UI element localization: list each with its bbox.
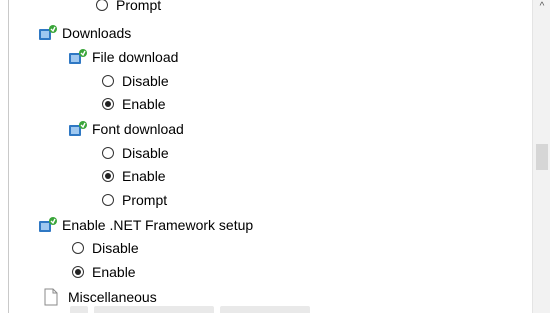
prompt-option-partial[interactable]: Prompt	[96, 0, 161, 16]
document-icon	[44, 288, 58, 306]
radio-button[interactable]	[72, 242, 84, 254]
font-download-enable-option[interactable]: Enable	[102, 165, 166, 187]
settings-group-icon	[38, 216, 58, 234]
option-label: Enable	[122, 168, 166, 184]
option-label: Enable	[92, 264, 136, 280]
panel-left-border	[8, 0, 9, 313]
option-label: Disable	[122, 73, 169, 89]
radio-button-selected[interactable]	[102, 98, 114, 110]
scroll-up-icon[interactable]: ^	[536, 2, 548, 12]
file-download-enable-option[interactable]: Enable	[102, 93, 166, 115]
radio-button-selected[interactable]	[72, 266, 84, 278]
font-download-prompt-option[interactable]: Prompt	[102, 189, 167, 211]
radio-button[interactable]	[96, 0, 108, 11]
net-framework-disable-option[interactable]: Disable	[72, 237, 139, 259]
cut-off-row	[70, 303, 370, 313]
settings-group-icon	[38, 24, 58, 42]
option-label: Disable	[92, 240, 139, 256]
tree-item-font-download[interactable]: Font download	[68, 118, 184, 140]
scrollbar-thumb[interactable]	[536, 144, 548, 170]
radio-button[interactable]	[102, 147, 114, 159]
option-label: Disable	[122, 145, 169, 161]
radio-button[interactable]	[102, 75, 114, 87]
tree-item-label: Downloads	[62, 25, 132, 41]
tree-item-enable-net-framework-setup[interactable]: Enable .NET Framework setup	[38, 214, 253, 236]
tree-item-label: File download	[92, 49, 179, 65]
file-download-disable-option[interactable]: Disable	[102, 70, 169, 92]
tree-item-label: Font download	[92, 121, 184, 137]
radio-button[interactable]	[102, 194, 114, 206]
tree-item-label: Enable .NET Framework setup	[62, 217, 254, 233]
option-label: Prompt	[116, 0, 162, 13]
option-label: Prompt	[122, 192, 168, 208]
radio-button-selected[interactable]	[102, 170, 114, 182]
settings-group-icon	[68, 120, 88, 138]
option-label: Enable	[122, 96, 166, 112]
net-framework-enable-option[interactable]: Enable	[72, 261, 136, 283]
tree-item-file-download[interactable]: File download	[68, 46, 178, 68]
settings-group-icon	[68, 48, 88, 66]
tree-item-downloads[interactable]: Downloads	[38, 22, 131, 44]
font-download-disable-option[interactable]: Disable	[102, 142, 169, 164]
settings-tree-panel: Prompt Downloads File download Disable E…	[0, 0, 550, 313]
